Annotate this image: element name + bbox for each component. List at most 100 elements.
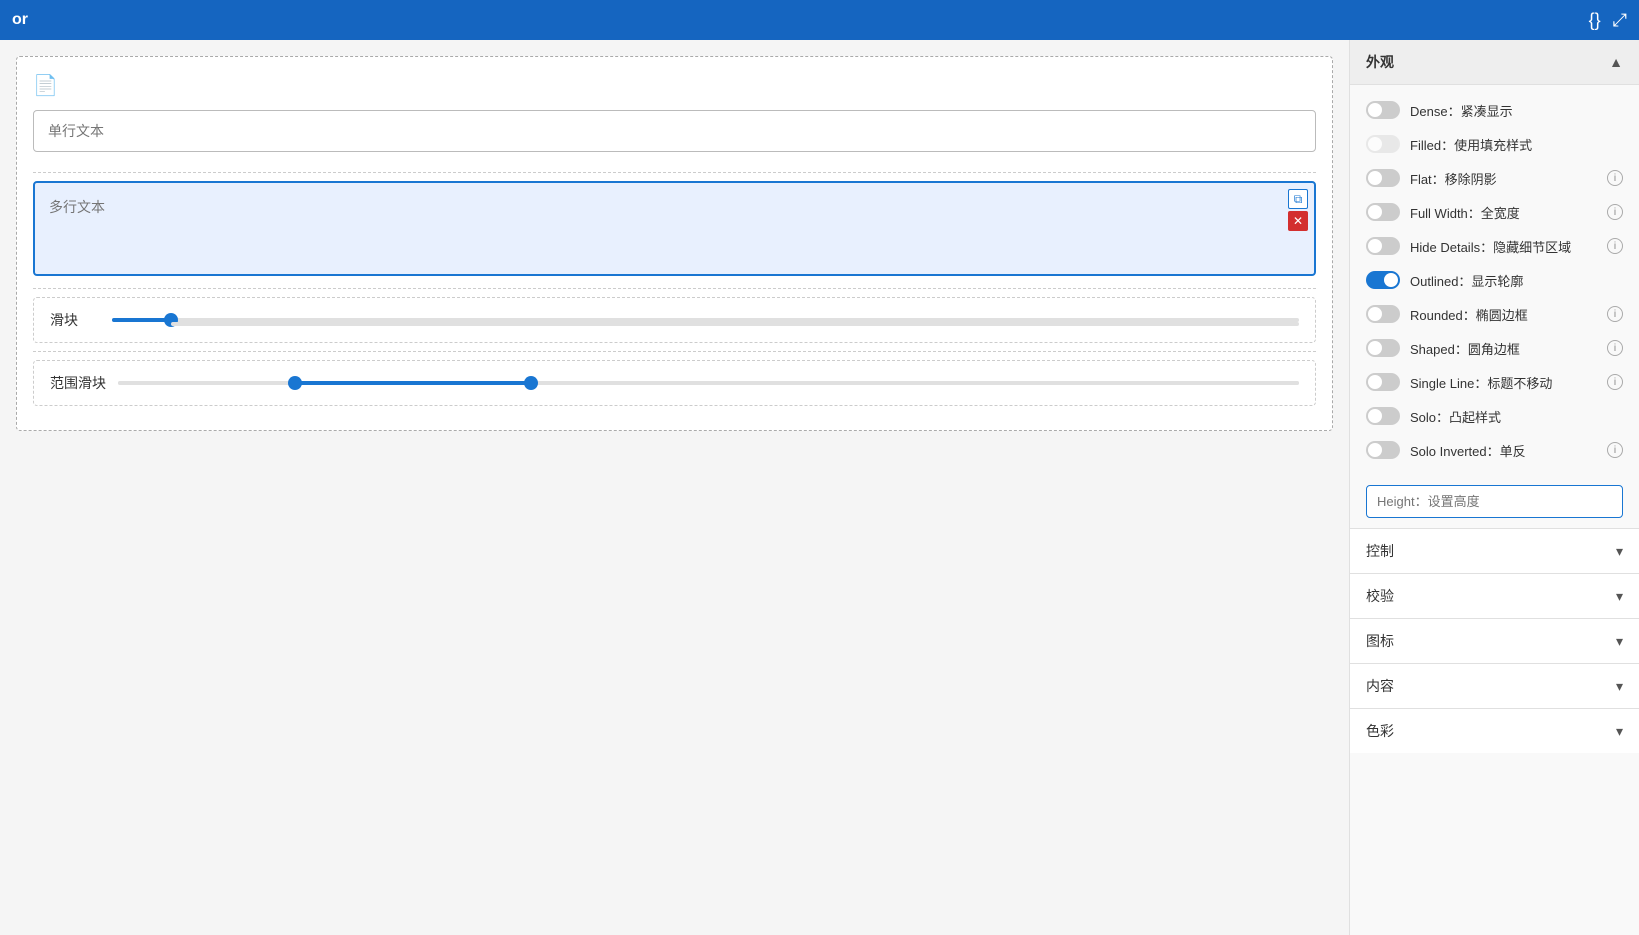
section-divider-3 (33, 351, 1316, 352)
range-slider-track (118, 381, 1299, 385)
toggle-full_width[interactable] (1366, 203, 1400, 221)
section-divider-2 (33, 288, 1316, 289)
info-icon-solo_inverted[interactable]: i (1607, 442, 1623, 458)
property-label-hide_details: Hide Details：隐藏细节区域 (1410, 237, 1597, 256)
section-chevron-control: ▾ (1616, 543, 1623, 560)
properties-list: Dense：紧凑显示Filled：使用填充样式Flat：移除阴影iFull Wi… (1350, 85, 1639, 475)
toggle-filled[interactable] (1366, 135, 1400, 153)
info-icon-full_width[interactable]: i (1607, 204, 1623, 220)
toggle-knob-shaped (1368, 341, 1382, 355)
range-fill (295, 381, 531, 385)
section-validate: 校验 ▾ (1350, 573, 1639, 618)
info-icon-shaped[interactable]: i (1607, 340, 1623, 356)
range-slider-row: 范围滑块 (50, 373, 1299, 393)
expand-icon[interactable]: ⤢ (1613, 10, 1627, 31)
property-row-solo: Solo：凸起样式 (1350, 399, 1639, 433)
toggle-knob-solo_inverted (1368, 443, 1382, 457)
section-icon: 图标▾ (1350, 618, 1639, 663)
appearance-title: 外观 (1366, 52, 1394, 72)
toggle-knob-full_width (1368, 205, 1382, 219)
slider-section: 滑块 (33, 297, 1316, 343)
section-divider-1 (33, 172, 1316, 173)
collapsible-sections: 控制 ▾ 校验 ▾ 图标▾ 内容 ▾ 色彩 ▾ (1350, 528, 1639, 753)
property-row-outlined: Outlined：显示轮廓 (1350, 263, 1639, 297)
property-label-full_width: Full Width：全宽度 (1410, 203, 1597, 222)
property-row-single_line: Single Line：标题不移动 i (1350, 365, 1639, 399)
range-slider-label: 范围滑块 (50, 373, 106, 393)
info-icon-rounded[interactable]: i (1607, 306, 1623, 322)
section-header-content[interactable]: 内容 ▾ (1350, 664, 1639, 708)
toggle-single_line[interactable] (1366, 373, 1400, 391)
info-icon-single_line[interactable]: i (1607, 374, 1623, 390)
property-row-hide_details: Hide Details：隐藏细节区域 i (1350, 229, 1639, 263)
component-card: 📄 ⧉ ✕ 滑块 (16, 56, 1333, 431)
toggle-solo_inverted[interactable] (1366, 441, 1400, 459)
left-panel: 📄 ⧉ ✕ 滑块 (0, 40, 1349, 935)
app-title: or (12, 11, 28, 29)
card-header: 📄 (33, 73, 1316, 98)
toggle-knob-flat (1368, 171, 1382, 185)
property-label-solo: Solo：凸起样式 (1410, 407, 1623, 426)
property-row-flat: Flat：移除阴影 i (1350, 161, 1639, 195)
toggle-solo[interactable] (1366, 407, 1400, 425)
topbar-actions: {} ⤢ (1589, 10, 1627, 31)
section-chevron-validate: ▾ (1616, 588, 1623, 605)
section-header-color[interactable]: 色彩 ▾ (1350, 709, 1639, 753)
property-label-outlined: Outlined：显示轮廓 (1410, 271, 1623, 290)
toggle-knob-outlined (1384, 273, 1398, 287)
section-chevron-content: ▾ (1616, 678, 1623, 695)
multiline-textarea[interactable] (43, 191, 1306, 261)
section-title-validate: 校验 (1366, 586, 1394, 606)
toggle-dense[interactable] (1366, 101, 1400, 119)
property-label-single_line: Single Line：标题不移动 (1410, 373, 1597, 392)
multiline-section: ⧉ ✕ (33, 181, 1316, 276)
close-icon-btn[interactable]: ✕ (1288, 211, 1308, 231)
info-icon-hide_details[interactable]: i (1607, 238, 1623, 254)
property-label-filled: Filled：使用填充样式 (1410, 135, 1623, 154)
section-title-icon: 图标 (1366, 631, 1394, 651)
slider-track (112, 318, 1299, 322)
toggle-rounded[interactable] (1366, 305, 1400, 323)
property-row-rounded: Rounded：椭圆边框i (1350, 297, 1639, 331)
document-icon: 📄 (33, 73, 58, 98)
single-line-input[interactable] (33, 110, 1316, 152)
section-header-validate[interactable]: 校验 ▾ (1350, 574, 1639, 618)
code-icon[interactable]: {} (1589, 10, 1601, 31)
toggle-knob-rounded (1368, 307, 1382, 321)
toggle-knob-dense (1368, 103, 1382, 117)
section-control: 控制 ▾ (1350, 528, 1639, 573)
height-input-container (1350, 475, 1639, 528)
range-slider-section: 范围滑块 (33, 360, 1316, 406)
property-row-full_width: Full Width：全宽度 i (1350, 195, 1639, 229)
section-title-color: 色彩 (1366, 721, 1394, 741)
toggle-outlined[interactable] (1366, 271, 1400, 289)
section-title-control: 控制 (1366, 541, 1394, 561)
toggle-knob-single_line (1368, 375, 1382, 389)
section-header-icon[interactable]: 图标▾ (1350, 619, 1639, 663)
property-row-shaped: Shaped：圆角边框i (1350, 331, 1639, 365)
section-chevron-color: ▾ (1616, 723, 1623, 740)
slider-row: 滑块 (50, 310, 1299, 330)
toggle-shaped[interactable] (1366, 339, 1400, 357)
section-content: 内容 ▾ (1350, 663, 1639, 708)
toggle-flat[interactable] (1366, 169, 1400, 187)
appearance-section-header[interactable]: 外观 ▲ (1350, 40, 1639, 85)
section-title-content: 内容 (1366, 676, 1394, 696)
slider-fill (112, 318, 171, 322)
toggle-hide_details[interactable] (1366, 237, 1400, 255)
section-color: 色彩 ▾ (1350, 708, 1639, 753)
range-thumb-right[interactable] (524, 376, 538, 390)
property-label-solo_inverted: Solo Inverted：单反 (1410, 441, 1597, 460)
right-panel: 外观 ▲ Dense：紧凑显示Filled：使用填充样式Flat：移除阴影iFu… (1349, 40, 1639, 935)
appearance-chevron-up: ▲ (1609, 54, 1623, 70)
height-input[interactable] (1366, 485, 1623, 518)
topbar: or {} ⤢ (0, 0, 1639, 40)
property-label-flat: Flat：移除阴影 (1410, 169, 1597, 188)
section-header-control[interactable]: 控制 ▾ (1350, 529, 1639, 573)
toggle-knob-solo (1368, 409, 1382, 423)
property-row-dense: Dense：紧凑显示 (1350, 93, 1639, 127)
range-thumb-left[interactable] (288, 376, 302, 390)
copy-icon-btn[interactable]: ⧉ (1288, 189, 1308, 209)
info-icon-flat[interactable]: i (1607, 170, 1623, 186)
multiline-icons: ⧉ ✕ (1288, 189, 1308, 231)
